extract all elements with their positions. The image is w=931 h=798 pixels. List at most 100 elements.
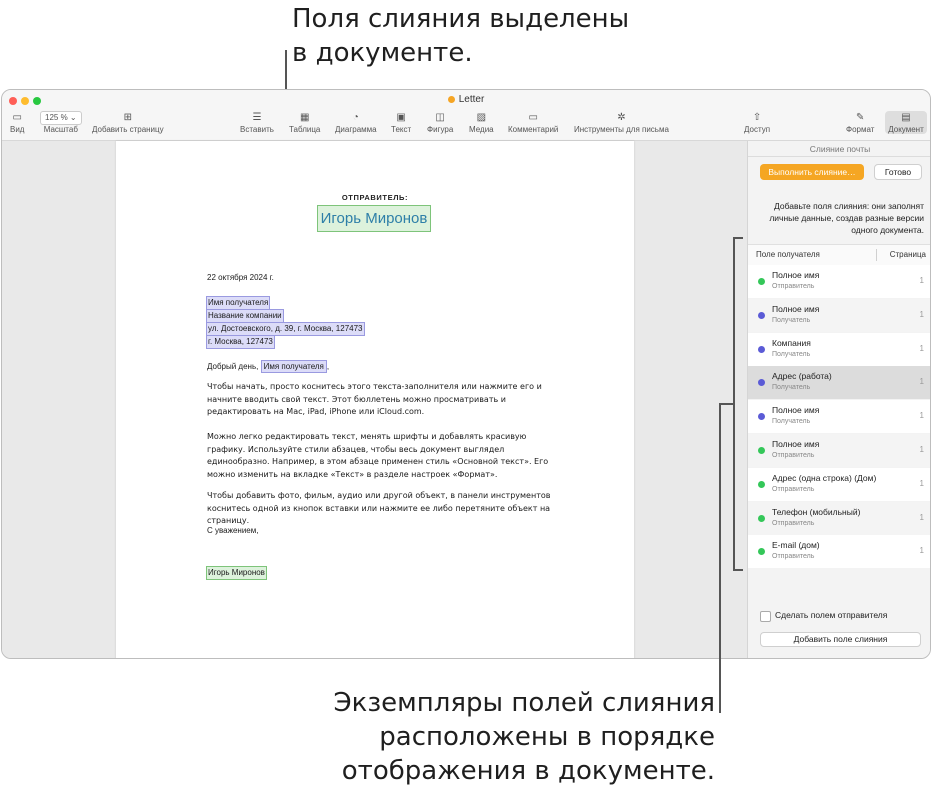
signature-merge-field[interactable]: Игорь Миронов bbox=[206, 566, 267, 580]
recipient-name-merge-field[interactable]: Имя получателя bbox=[206, 296, 271, 310]
chart-icon: ◔ bbox=[352, 112, 359, 123]
callout-bracket-bottom bbox=[733, 569, 743, 571]
sender-name-merge-field[interactable]: Игорь Миронов bbox=[317, 205, 431, 232]
status-dot-icon bbox=[758, 480, 765, 488]
body-paragraph-2[interactable]: Можно легко редактировать текст, менять … bbox=[207, 431, 567, 481]
merge-field-page: 1 bbox=[919, 377, 924, 387]
add-page-button[interactable]: ⊞ Добавить страницу bbox=[92, 111, 164, 134]
add-page-label: Добавить страницу bbox=[92, 125, 164, 134]
merge-field-name: Адрес (работа) bbox=[772, 371, 832, 382]
shape-label: Фигура bbox=[427, 125, 454, 134]
share-button[interactable]: ⇧ Доступ bbox=[744, 111, 770, 134]
greeting[interactable]: Добрый день, Имя получателя, bbox=[207, 360, 330, 373]
zoom-value: 125 % bbox=[45, 113, 68, 122]
media-label: Медиа bbox=[469, 125, 494, 134]
callout-line: расположены в порядке bbox=[379, 722, 715, 752]
greeting-recipient-merge-field[interactable]: Имя получателя bbox=[260, 360, 327, 373]
merge-field-page: 1 bbox=[919, 309, 924, 319]
comment-icon: ▭ bbox=[528, 112, 538, 123]
zoom-select[interactable]: 125 % ⌄ bbox=[40, 111, 82, 125]
text-button[interactable]: ▣ Текст bbox=[391, 111, 411, 134]
callout-leader-vertical bbox=[719, 403, 721, 713]
status-dot-icon bbox=[758, 413, 765, 421]
run-merge-button[interactable]: Выполнить слияние… bbox=[760, 164, 864, 180]
merge-field-page: 1 bbox=[919, 445, 924, 454]
table-label: Таблица bbox=[289, 125, 321, 134]
merge-field-row[interactable]: Полное имя Получатель 1 bbox=[748, 298, 930, 332]
add-merge-field-button[interactable]: Добавить поле слияния bbox=[760, 632, 921, 647]
merge-field-row[interactable]: Полное имя Отправитель 1 bbox=[748, 265, 930, 298]
callout-line: Экземпляры полей слияния bbox=[333, 688, 715, 718]
shape-icon: ◫ bbox=[435, 112, 445, 123]
text-box-icon: ▣ bbox=[396, 112, 406, 123]
chart-button[interactable]: ◔ Диаграмма bbox=[335, 111, 377, 134]
merge-field-type: Получатель bbox=[772, 350, 811, 358]
letter-date[interactable]: 22 октября 2024 г. bbox=[207, 272, 274, 284]
merge-field-row[interactable]: E-mail (дом) Отправитель 1 bbox=[748, 535, 930, 569]
merge-list-header: Поле получателя Страница bbox=[748, 244, 930, 266]
status-dot-icon bbox=[758, 311, 765, 319]
merge-field-row[interactable]: Телефон (мобильный) Отправитель 1 bbox=[748, 501, 930, 535]
merge-field-name: Полное имя bbox=[772, 405, 820, 416]
merge-field-name: Полное имя bbox=[772, 303, 820, 314]
merge-field-row[interactable]: Полное имя Отправитель 1 bbox=[748, 434, 930, 467]
status-dot-icon bbox=[758, 548, 765, 556]
zoom-control[interactable]: 125 % ⌄ Масштаб bbox=[40, 111, 82, 134]
divider bbox=[748, 156, 930, 157]
insert-button[interactable]: ☰ Вставить bbox=[240, 111, 274, 134]
mail-tools-button[interactable]: ✲ Инструменты для письма bbox=[574, 111, 669, 134]
media-button[interactable]: ▨ Медиа bbox=[469, 111, 494, 134]
merge-field-type: Отправитель bbox=[772, 519, 815, 527]
merge-field-type: Отправитель bbox=[772, 553, 815, 561]
table-button[interactable]: ▦ Таблица bbox=[289, 111, 320, 134]
format-button[interactable]: ✎ Формат bbox=[846, 111, 874, 134]
merge-field-row[interactable]: Полное имя Получатель 1 bbox=[748, 400, 930, 434]
status-dot-icon bbox=[758, 345, 765, 353]
callout-leader-horizontal bbox=[719, 403, 734, 405]
merge-field-row[interactable]: Адрес (одна строка) (Дом) Отправитель 1 bbox=[748, 467, 930, 501]
merge-field-type: Получатель bbox=[772, 418, 811, 426]
comment-label: Комментарий bbox=[508, 125, 559, 134]
merge-field-name: Адрес (одна строка) (Дом) bbox=[772, 472, 877, 483]
merge-field-name: Полное имя bbox=[772, 439, 820, 449]
merge-field-type: Отправитель bbox=[772, 485, 815, 493]
callout-line: отображения в документе. bbox=[341, 756, 715, 786]
document-canvas[interactable]: ОТПРАВИТЕЛЬ: Игорь Миронов 22 октября 20… bbox=[2, 141, 747, 658]
city-merge-field[interactable]: г. Москва, 127473 bbox=[206, 335, 275, 349]
media-icon: ▨ bbox=[476, 112, 487, 123]
document-page[interactable]: ОТПРАВИТЕЛЬ: Игорь Миронов 22 октября 20… bbox=[116, 141, 634, 658]
merge-field-name: Телефон (мобильный) bbox=[772, 506, 861, 517]
body-paragraph-3[interactable]: Чтобы добавить фото, фильм, аудио или др… bbox=[207, 490, 567, 528]
merge-field-type: Получатель bbox=[772, 384, 811, 392]
document-label: Документ bbox=[888, 125, 924, 134]
merge-field-row[interactable]: Компания Получатель 1 bbox=[748, 332, 930, 366]
comment-button[interactable]: ▭ Комментарий bbox=[508, 111, 558, 134]
sender-field-checkbox[interactable] bbox=[760, 611, 771, 622]
table-icon: ▦ bbox=[299, 112, 310, 123]
view-button[interactable]: ▭ Вид bbox=[10, 111, 24, 134]
merge-field-name: Полное имя bbox=[772, 270, 820, 280]
merge-field-name: Компания bbox=[772, 337, 811, 348]
callout-line: Поля слияния выделены bbox=[292, 4, 630, 34]
chart-label: Диаграмма bbox=[335, 125, 377, 134]
company-merge-field[interactable]: Название компании bbox=[206, 309, 284, 323]
merge-field-row[interactable]: Адрес (работа) Получатель 1 bbox=[748, 366, 930, 400]
sender-field-checkbox-label: Сделать полем отправителя bbox=[775, 610, 888, 620]
window-title: Letter bbox=[2, 94, 930, 105]
merge-field-type: Отправитель bbox=[772, 283, 815, 290]
zoom-label: Масштаб bbox=[43, 125, 78, 134]
merge-field-type: Получатель bbox=[772, 316, 811, 324]
body-paragraph-1[interactable]: Чтобы начать, просто коснитесь этого тек… bbox=[207, 381, 567, 419]
merge-field-type: Отправитель bbox=[772, 452, 815, 459]
paintbrush-icon: ✎ bbox=[856, 112, 865, 123]
add-page-icon: ⊞ bbox=[123, 112, 132, 123]
address-merge-field[interactable]: ул. Достоевского, д. 39, г. Москва, 1274… bbox=[206, 322, 365, 336]
merge-field-page: 1 bbox=[919, 546, 924, 556]
closing[interactable]: С уважением, bbox=[207, 525, 258, 537]
pages-window: Letter ▭ Вид 125 % ⌄ Масштаб ⊞ Добавить … bbox=[1, 89, 931, 659]
shape-button[interactable]: ◫ Фигура bbox=[427, 111, 453, 134]
done-button[interactable]: Готово bbox=[874, 164, 922, 180]
greeting-suffix: , bbox=[326, 362, 330, 371]
document-icon bbox=[447, 96, 455, 103]
document-button[interactable]: ▤ Документ bbox=[885, 111, 927, 134]
